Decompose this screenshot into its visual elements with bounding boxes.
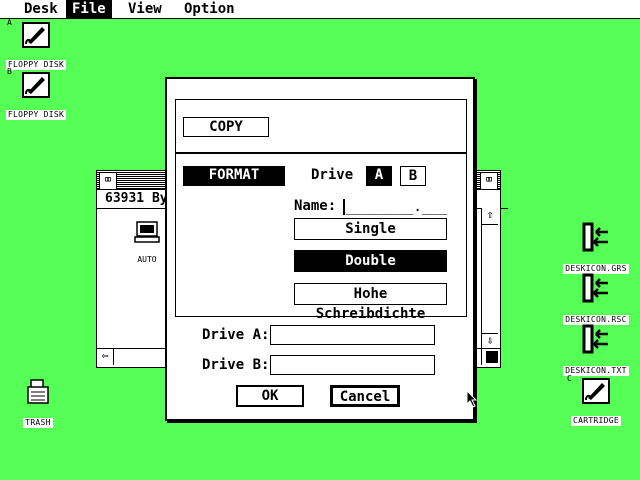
ok-button[interactable]: OK	[236, 385, 304, 407]
format-copy-dialog: COPY FORMAT Drive A B Name: ________.___…	[165, 77, 475, 421]
menu-bar: Desk File View Option	[0, 0, 640, 19]
name-label: Name:	[294, 198, 337, 214]
computer-icon	[134, 221, 160, 243]
menu-desk[interactable]: Desk	[18, 0, 64, 18]
floppy-disk-icon	[22, 22, 50, 48]
menu-view[interactable]: View	[122, 0, 168, 18]
drive-b-field[interactable]	[270, 355, 435, 375]
file-icon-rsc[interactable]: DESKICON.RSC	[560, 273, 632, 326]
scroll-left-icon[interactable]: ⇦	[97, 349, 114, 365]
drive-label: Drive	[311, 167, 354, 183]
cartridge-label: CARTRIDGE	[570, 416, 622, 426]
floppy-disk-b[interactable]: FLOPPY DISK	[0, 72, 72, 121]
floppy-disk-b-label: FLOPPY DISK	[5, 110, 67, 120]
program-file-icon	[582, 273, 608, 303]
window-fullsize-icon[interactable]: ⌧	[480, 172, 498, 190]
mouse-pointer-icon	[466, 390, 478, 408]
file-icon-grs[interactable]: DESKICON.GRS	[560, 222, 632, 275]
file-icon-txt[interactable]: DESKICON.TXT	[560, 324, 632, 377]
floppy-disk-a[interactable]: FLOPPY DISK	[0, 22, 72, 71]
drive-b-field-label: Drive B:	[202, 357, 270, 373]
drive-a-button[interactable]: A	[366, 166, 392, 186]
floppy-disk-a-label: FLOPPY DISK	[5, 60, 67, 70]
scroll-up-icon[interactable]: ⇧	[482, 208, 498, 225]
trash[interactable]: TRASH	[2, 378, 74, 429]
drive-a-field[interactable]	[270, 325, 435, 345]
menu-file[interactable]: File	[66, 0, 112, 18]
cartridge[interactable]: CARTRIDGE	[560, 378, 632, 427]
copy-button[interactable]: COPY	[183, 117, 269, 137]
high-density-button[interactable]: Hohe Schreibdichte	[294, 283, 447, 322]
cartridge-icon	[582, 378, 610, 404]
file-label: DESKICON.TXT	[563, 366, 629, 376]
resize-handle-icon[interactable]	[486, 351, 498, 363]
cancel-button[interactable]: Cancel	[330, 385, 400, 407]
double-density-button[interactable]: Double	[294, 250, 447, 272]
menu-option[interactable]: Option	[178, 0, 241, 18]
window-close-icon[interactable]: ⌧	[99, 172, 117, 190]
trash-icon	[27, 379, 49, 404]
drive-b-button[interactable]: B	[400, 166, 426, 186]
trash-label: TRASH	[23, 418, 53, 428]
folder-item-auto[interactable]: AUTO	[127, 221, 167, 266]
name-input[interactable]: ________.___	[343, 199, 447, 215]
folder-item-label: AUTO	[137, 255, 157, 264]
single-density-button[interactable]: Single	[294, 218, 447, 240]
vertical-scrollbar[interactable]: ⇧ ⇩	[481, 208, 500, 350]
format-button[interactable]: FORMAT	[183, 166, 285, 186]
program-file-icon	[582, 324, 608, 354]
program-file-icon	[582, 222, 608, 252]
floppy-disk-icon	[22, 72, 50, 98]
drive-a-field-label: Drive A:	[202, 327, 270, 343]
